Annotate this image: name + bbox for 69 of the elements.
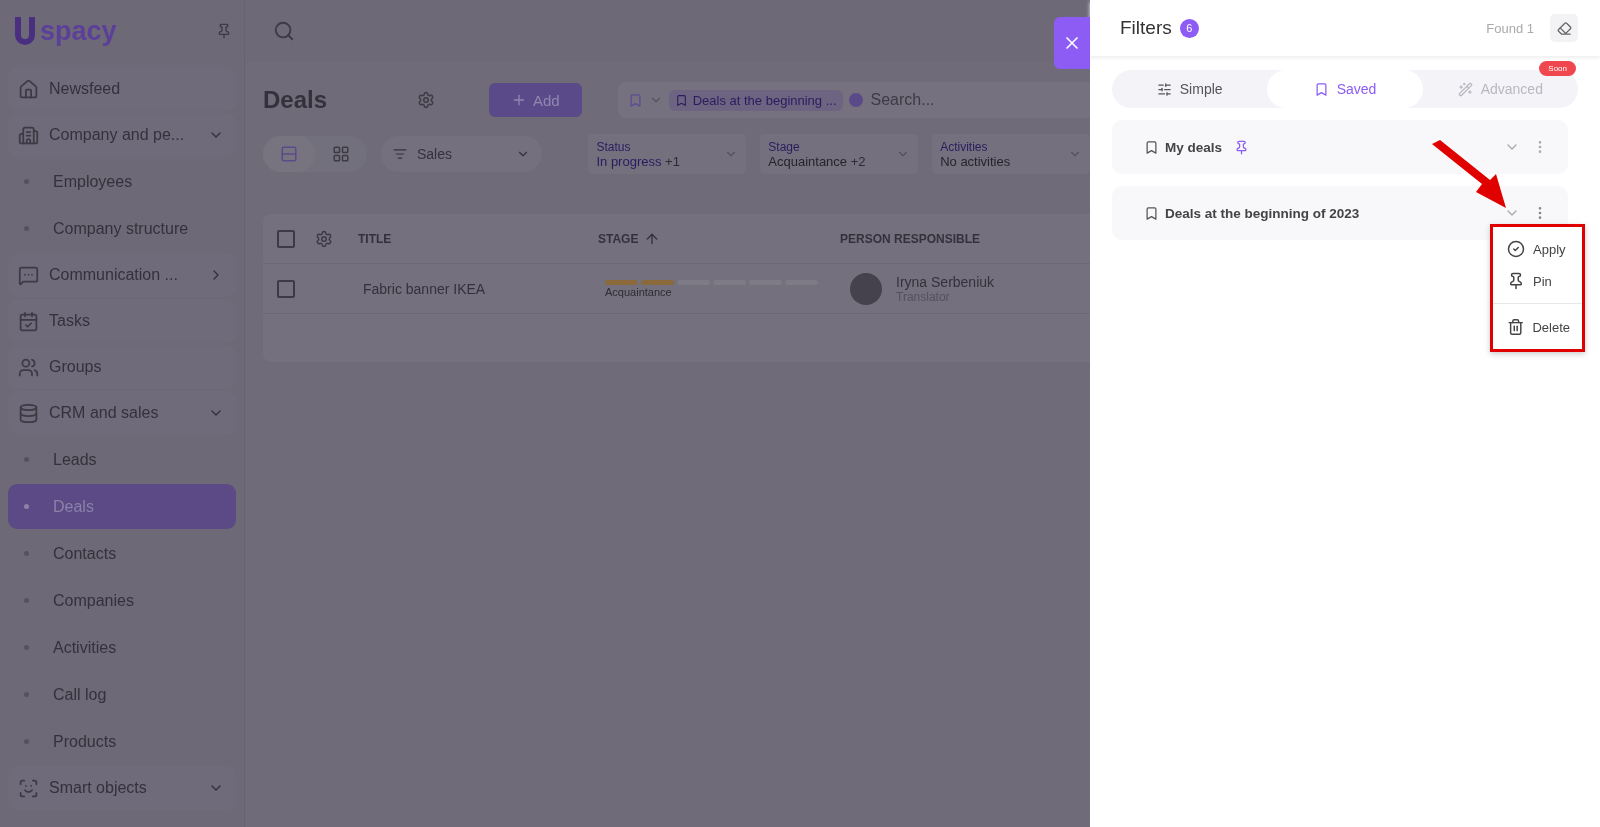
search-field[interactable]: Deals at the beginning ... Search... <box>617 82 1090 118</box>
sidebar-subitem[interactable]: Activities <box>8 625 236 670</box>
scan-icon <box>18 777 39 799</box>
pipeline-select[interactable]: Sales <box>381 136 542 172</box>
search-icon[interactable] <box>273 20 295 42</box>
pin-icon[interactable] <box>216 23 232 39</box>
menu-item[interactable]: Delete <box>1493 303 1582 343</box>
list-view-button[interactable] <box>263 136 315 172</box>
rows-icon <box>280 145 298 163</box>
sidebar-subitem[interactable]: Contacts <box>8 531 236 576</box>
users-icon <box>18 356 39 378</box>
sidebar-subitem[interactable]: Deals <box>8 484 236 529</box>
bookmark-icon <box>1144 139 1159 155</box>
filter-icon <box>393 147 407 161</box>
menu-item[interactable]: Pin <box>1493 265 1582 297</box>
avatar <box>850 272 882 305</box>
database-icon <box>18 402 39 424</box>
sidebar-subitem[interactable]: Employees <box>8 159 236 204</box>
settings-icon[interactable] <box>417 91 435 109</box>
pin-icon <box>1507 272 1525 290</box>
saved-filter-name: Deals at the beginning of 2023 <box>1165 205 1360 221</box>
filter-tab[interactable]: Saved <box>1267 70 1423 108</box>
settings-icon[interactable] <box>315 229 333 248</box>
sliders-icon <box>1156 81 1172 97</box>
table-cell-text: Fabric banner IKEA <box>363 280 487 297</box>
bookmark-icon <box>674 93 688 107</box>
filter-tab[interactable]: Simple <box>1112 70 1268 108</box>
wand-icon <box>1457 81 1473 97</box>
building-icon <box>18 124 39 146</box>
saved-filter-chip[interactable]: Deals at the beginning ... <box>668 89 843 111</box>
add-button[interactable]: Add <box>489 83 582 117</box>
plus-icon <box>511 92 527 108</box>
bookmark-icon <box>1313 81 1329 97</box>
sidebar-subitem[interactable]: Company structure <box>8 206 236 251</box>
clear-button[interactable] <box>1550 14 1578 42</box>
checkbox[interactable] <box>277 229 295 248</box>
logo-icon <box>12 15 38 47</box>
column-header: PERSON RESPONSIBLE <box>840 231 982 246</box>
chip-remove-icon[interactable] <box>848 93 863 107</box>
checkbox[interactable] <box>277 279 295 298</box>
count-badge: 6 <box>1179 18 1199 38</box>
stage-label: Acquaintance <box>605 285 673 298</box>
grid-icon <box>332 145 350 163</box>
soon-badge: Soon <box>1539 61 1576 76</box>
filter-field[interactable]: Activities No activities <box>932 134 1090 174</box>
sidebar-subitem[interactable]: Leads <box>8 437 236 482</box>
menu-item[interactable]: Apply <box>1493 233 1582 265</box>
page-title: Deals <box>263 86 329 114</box>
filter-field[interactable]: Stage Acquaintance +2 <box>760 134 919 174</box>
saved-filter-card[interactable]: My deals <box>1112 120 1568 174</box>
sidebar-subitem[interactable]: Products <box>8 719 236 764</box>
calendar-icon <box>18 310 39 332</box>
eraser-icon <box>1556 20 1572 36</box>
home-icon <box>18 78 39 100</box>
sidebar-subitem[interactable]: Companies <box>8 578 236 623</box>
found-count: Found 1 <box>1486 20 1534 36</box>
bookmark-icon[interactable] <box>627 92 643 108</box>
filter-field[interactable]: Status In progress +1 <box>588 134 747 174</box>
person-name: Iryna Serbeniuk <box>896 273 995 290</box>
column-header[interactable]: STAGE <box>598 230 840 247</box>
column-header: TITLE <box>358 231 393 246</box>
check-circle-icon <box>1507 240 1525 258</box>
close-button[interactable] <box>1054 17 1090 69</box>
bookmark-icon <box>1144 205 1159 221</box>
trash-icon <box>1507 318 1525 336</box>
chat-icon <box>18 264 39 286</box>
drawer-title: Filters <box>1120 17 1172 39</box>
sidebar-subitem[interactable]: Call log <box>8 672 236 717</box>
saved-filter-name: My deals <box>1165 139 1223 155</box>
